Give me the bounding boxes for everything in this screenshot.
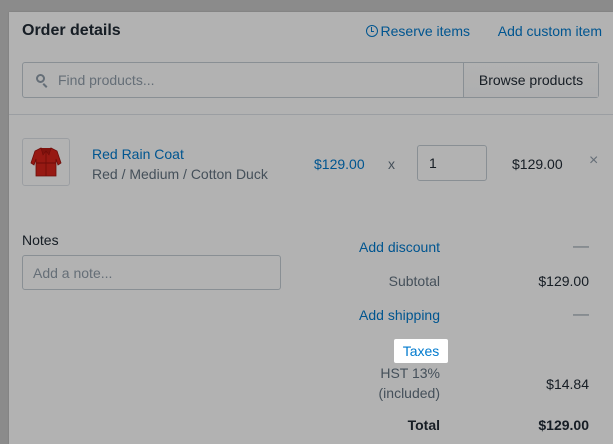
subtotal-value: $129.00 bbox=[538, 273, 589, 289]
search-icon bbox=[36, 74, 45, 83]
search-field-wrapper bbox=[23, 62, 463, 98]
search-input[interactable] bbox=[23, 62, 463, 98]
divider bbox=[9, 114, 613, 115]
raincoat-image bbox=[30, 147, 62, 177]
discount-value: — bbox=[573, 238, 589, 255]
add-discount-link[interactable]: Add discount bbox=[359, 239, 440, 255]
tax-included-label: (included) bbox=[378, 385, 440, 401]
product-search-row: Browse products bbox=[22, 62, 599, 98]
total-value: $129.00 bbox=[538, 417, 589, 433]
reserve-items-link[interactable]: Reserve items bbox=[365, 23, 470, 39]
quantity-input[interactable] bbox=[417, 145, 487, 181]
product-name-link[interactable]: Red Rain Coat bbox=[92, 146, 184, 162]
tax-value: $14.84 bbox=[546, 376, 589, 392]
add-custom-item-link[interactable]: Add custom item bbox=[498, 23, 602, 39]
tax-rate-label: HST 13% bbox=[380, 365, 440, 381]
add-shipping-link[interactable]: Add shipping bbox=[359, 307, 440, 323]
browse-products-button[interactable]: Browse products bbox=[463, 63, 598, 97]
taxes-link[interactable]: Taxes bbox=[394, 339, 448, 363]
order-details-card: Order details Reserve items Add custom i… bbox=[9, 12, 613, 444]
page-title: Order details bbox=[22, 22, 121, 39]
multiply-sign: x bbox=[388, 156, 395, 172]
card-header: Order details Reserve items Add custom i… bbox=[22, 22, 602, 46]
shipping-value: — bbox=[573, 306, 589, 323]
product-variant: Red / Medium / Cotton Duck bbox=[92, 166, 268, 182]
notes-label: Notes bbox=[22, 232, 59, 248]
line-item-row: Red Rain Coat Red / Medium / Cotton Duck… bbox=[22, 138, 602, 188]
reserve-items-label: Reserve items bbox=[380, 23, 470, 39]
product-thumbnail[interactable] bbox=[22, 138, 70, 186]
remove-item-icon[interactable]: × bbox=[589, 152, 598, 170]
clock-icon bbox=[365, 25, 378, 37]
subtotal-label: Subtotal bbox=[388, 273, 440, 289]
total-label: Total bbox=[407, 417, 440, 433]
unit-price-link[interactable]: $129.00 bbox=[314, 156, 365, 172]
notes-input[interactable] bbox=[22, 255, 281, 290]
line-total: $129.00 bbox=[512, 156, 563, 172]
